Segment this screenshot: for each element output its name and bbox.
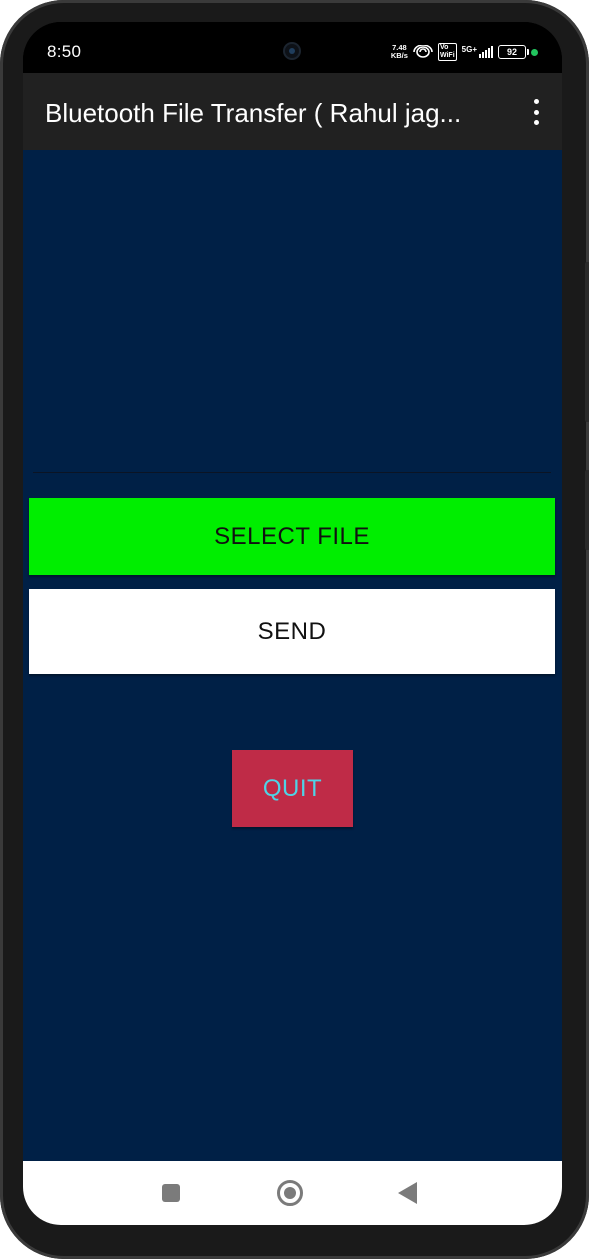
recents-icon[interactable] [162,1184,180,1202]
volume-button [585,262,589,422]
hotspot-icon [413,45,433,58]
front-camera [285,44,299,58]
status-icons: 7.48 KB/s Vo WiFi 5G+ 92 [391,43,538,61]
back-icon[interactable] [398,1182,417,1204]
send-label: SEND [257,617,327,645]
net-speed-unit: KB/s [390,51,408,60]
file-info-area [33,150,551,472]
quit-button[interactable]: QUIT [232,750,353,827]
privacy-dot-icon [531,48,538,56]
signal-icon [479,46,493,58]
navigation-bar [23,1161,562,1225]
net-speed: 7.48 KB/s [391,44,408,60]
select-file-label: SELECT FILE [214,522,370,550]
battery-icon: 92 [498,45,529,59]
send-button[interactable]: SEND [29,589,555,674]
app-title: Bluetooth File Transfer ( Rahul jag... [45,98,462,128]
status-time: 8:50 [47,42,82,61]
divider [33,472,551,473]
home-icon[interactable] [277,1180,303,1206]
quit-label: QUIT [262,774,323,802]
status-bar: 8:50 7.48 KB/s Vo WiFi 5G+ 92 [23,22,562,73]
select-file-button[interactable]: SELECT FILE [29,498,555,575]
power-button [585,470,589,550]
volte-icon: Vo WiFi [437,43,457,61]
phone-frame: 8:50 7.48 KB/s Vo WiFi 5G+ 92 Bluetooth … [0,0,589,1259]
network-type: 5G+ [461,44,477,54]
overflow-menu-icon[interactable] [528,99,544,125]
main-content: SELECT FILE SEND QUIT [23,150,562,1161]
battery-level: 92 [506,47,517,57]
app-bar: Bluetooth File Transfer ( Rahul jag... [23,73,562,150]
screen: 8:50 7.48 KB/s Vo WiFi 5G+ 92 Bluetooth … [23,22,562,1225]
